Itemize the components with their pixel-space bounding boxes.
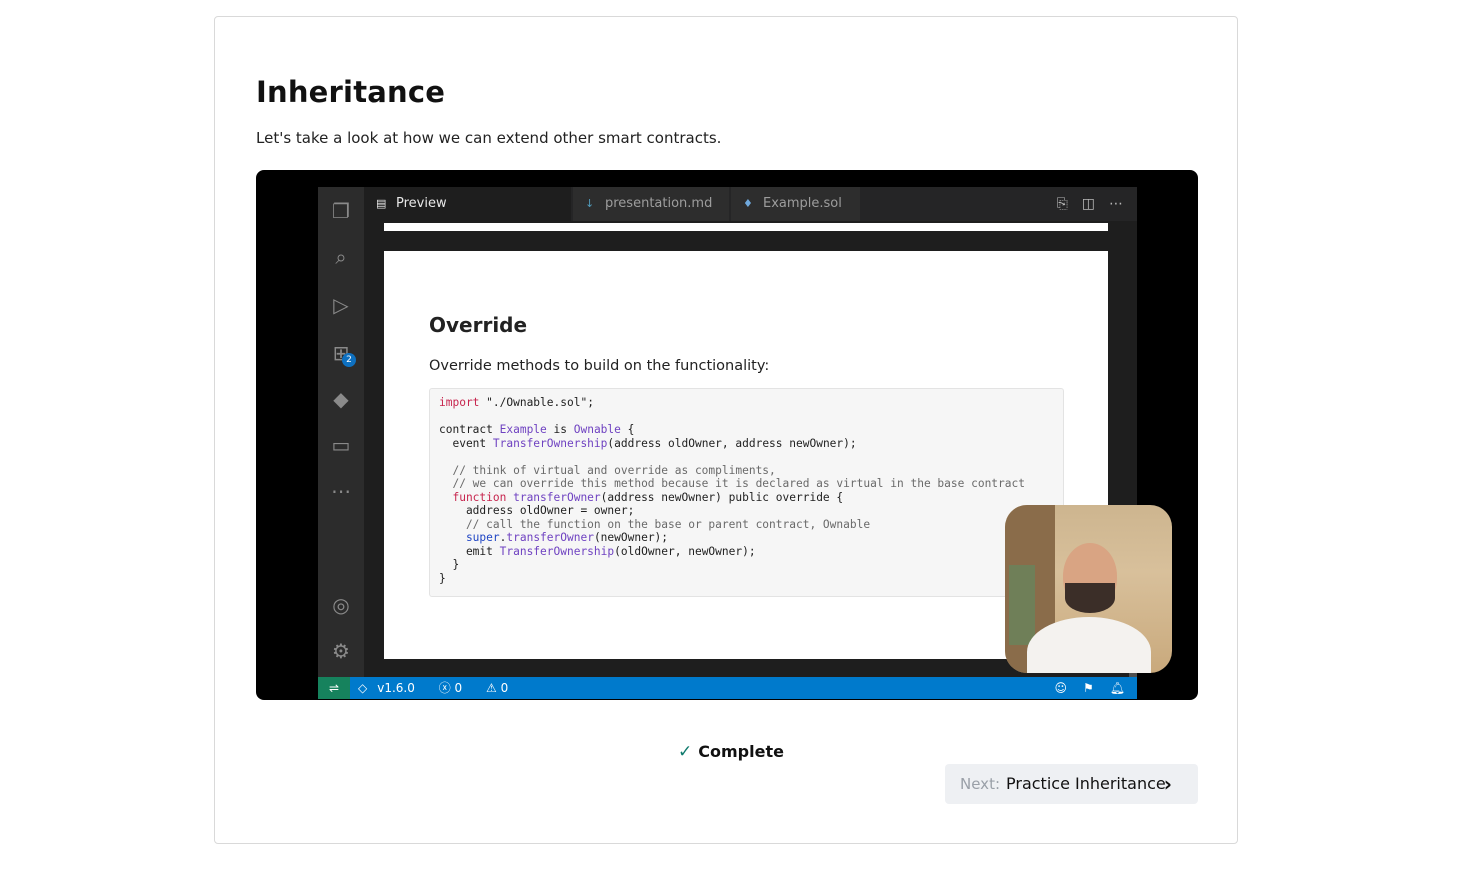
- slide-text: Override methods to build on the functio…: [429, 358, 770, 374]
- copilot-icon: ☺: [1054, 681, 1067, 695]
- video-frame-vscode: ❐ ⌕ ▷ ⊞ 2 ◆ ▭ ⋯ ◎ ⚙ ▤Preview presentatio…: [318, 187, 1172, 699]
- code-line: function transferOwner(address newOwner)…: [439, 490, 844, 504]
- complete-label: Complete: [698, 742, 784, 761]
- tab-example-sol: ♦ Example.sol: [731, 187, 861, 221]
- extensions-badge: 2: [342, 353, 356, 367]
- code-line: }: [439, 558, 460, 571]
- code-line: import "./Ownable.sol";: [439, 396, 594, 409]
- remote-icon: ⇌: [318, 677, 350, 699]
- next-label: Practice Inheritance: [1006, 774, 1166, 793]
- window-icon: ▭: [331, 433, 351, 457]
- version-label: ◇ v1.6.0: [358, 681, 415, 695]
- activity-bar: ❐ ⌕ ▷ ⊞ 2 ◆ ▭ ⋯ ◎ ⚙: [318, 187, 364, 677]
- previous-slide-edge: [384, 223, 1108, 231]
- tab-actions: ⎘ ◫ ⋯: [1043, 187, 1123, 221]
- tab-presentation-md: ↓ presentation.md: [573, 187, 730, 221]
- next-prefix: Next:: [960, 775, 1000, 793]
- editor-tabbar: ▤Preview presentation.md✕ ↓ presentation.…: [364, 187, 1137, 245]
- markdown-icon: ↓: [585, 197, 595, 210]
- slide-heading: Override: [429, 313, 528, 337]
- code-line: super.transferOwner(newOwner);: [439, 531, 669, 544]
- preview-icon: ▤: [376, 197, 387, 210]
- lesson-title: Inheritance: [256, 75, 446, 109]
- files-icon: ❐: [332, 199, 350, 223]
- lesson-card: Inheritance Let's take a look at how we …: [214, 16, 1238, 844]
- live-share-icon: ⚑: [1083, 681, 1094, 695]
- split-editor-icon: ◫: [1081, 196, 1095, 212]
- account-icon: ◎: [332, 593, 350, 617]
- code-line: }: [439, 571, 446, 585]
- tab-label: Example.sol: [763, 196, 842, 211]
- tab-preview-presentation: ▤Preview presentation.md✕: [364, 187, 572, 245]
- code-line: // call the function on the base or pare…: [439, 517, 871, 531]
- code-line: contract Example is Ownable {: [439, 423, 635, 436]
- tab-label: presentation.md: [605, 196, 713, 211]
- next-lesson-button[interactable]: Next: Practice Inheritance ›: [945, 764, 1198, 804]
- presentation-slide: Override Override methods to build on th…: [384, 251, 1108, 659]
- solidity-icon: ♦: [743, 197, 753, 210]
- more-actions-icon: ⋯: [1109, 196, 1123, 212]
- notifications-icon: 🔔︎: [1109, 681, 1125, 695]
- chevron-right-icon: ›: [1163, 772, 1172, 796]
- presenter-webcam: [1005, 505, 1172, 673]
- video-player[interactable]: ❐ ⌕ ▷ ⊞ 2 ◆ ▭ ⋯ ◎ ⚙ ▤Preview presentatio…: [256, 170, 1198, 700]
- run-debug-icon: ▷: [333, 293, 349, 317]
- settings-icon: ⚙: [332, 639, 350, 663]
- code-line: event TransferOwnership(address oldOwner…: [439, 436, 857, 450]
- code-line: // think of virtual and override as comp…: [439, 463, 776, 477]
- code-block: import "./Ownable.sol"; contract Example…: [429, 388, 1064, 597]
- errors-count: ⓧ 0: [438, 681, 463, 695]
- more-icon: ⋯: [331, 479, 351, 503]
- terraform-icon: ◆: [333, 387, 349, 411]
- warnings-count: ⚠ 0: [486, 681, 509, 695]
- tag-icon: ◇: [358, 681, 368, 695]
- code-line: emit TransferOwnership(oldOwner, newOwne…: [439, 544, 756, 558]
- status-bar: ⇌ ◇ v1.6.0 ⓧ 0 ⚠ 0 ☺ ⚑ 🔔︎: [318, 677, 1137, 699]
- open-source-icon: ⎘: [1056, 196, 1068, 212]
- check-icon: ✓: [678, 742, 693, 762]
- lesson-description: Let's take a look at how we can extend o…: [256, 129, 722, 147]
- search-icon: ⌕: [335, 245, 347, 269]
- complete-status[interactable]: ✓ Complete: [678, 742, 784, 762]
- code-line: // we can override this method because i…: [439, 477, 1025, 490]
- code-line: address oldOwner = owner;: [439, 504, 635, 517]
